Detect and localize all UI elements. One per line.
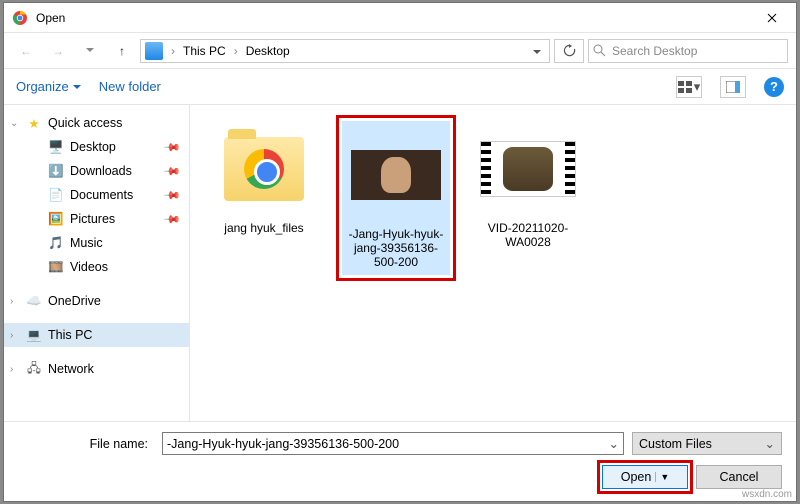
filename-input[interactable]: -Jang-Hyuk-hyuk-jang-39356136-500-200 ⌄ (162, 432, 624, 455)
sidebar-item-quick-access[interactable]: ⌄ ★ Quick access (4, 111, 189, 135)
pin-icon: 📌 (163, 210, 182, 229)
file-label: jang hyuk_files (224, 221, 303, 235)
chevron-down-icon[interactable]: ⌄ (10, 118, 18, 129)
body: ⌄ ★ Quick access 🖥️Desktop📌 ⬇️Downloads📌… (4, 105, 796, 421)
chevron-down-icon: ⌄ (765, 436, 775, 451)
help-button[interactable]: ? (764, 77, 784, 97)
sidebar-item-onedrive[interactable]: ›☁️OneDrive (4, 289, 189, 313)
star-icon: ★ (26, 115, 42, 131)
crumb-desktop[interactable]: Desktop (242, 40, 294, 62)
open-dialog: Open ← → ↑ › This PC › Desktop Search De… (3, 2, 797, 502)
sidebar-item-documents[interactable]: 📄Documents📌 (4, 183, 189, 207)
cloud-icon: ☁️ (26, 293, 42, 309)
file-type-filter[interactable]: Custom Files ⌄ (632, 432, 782, 455)
preview-pane-button[interactable] (720, 76, 746, 98)
pictures-icon: 🖼️ (48, 211, 64, 227)
pin-icon: 📌 (163, 138, 182, 157)
footer: File name: -Jang-Hyuk-hyuk-jang-39356136… (4, 421, 796, 501)
folder-icon (224, 137, 304, 201)
chevron-down-icon[interactable]: ⌄ (609, 436, 619, 451)
toolbar: Organize New folder ▾ ? (4, 69, 796, 105)
pin-icon: 📌 (163, 162, 182, 181)
new-folder-button[interactable]: New folder (99, 79, 161, 94)
music-icon: 🎵 (48, 235, 64, 251)
sidebar-item-pictures[interactable]: 🖼️Pictures📌 (4, 207, 189, 231)
recent-dropdown[interactable] (76, 39, 104, 63)
chrome-icon (12, 10, 28, 26)
desktop-icon: 🖥️ (48, 139, 64, 155)
filename-value: -Jang-Hyuk-hyuk-jang-39356136-500-200 (167, 437, 609, 451)
file-list[interactable]: jang hyuk_files -Jang-Hyuk-hyuk-jang-393… (190, 105, 796, 421)
chevron-right-icon[interactable]: › (232, 44, 240, 58)
breadcrumb[interactable]: › This PC › Desktop (140, 39, 550, 63)
search-input[interactable]: Search Desktop (588, 39, 788, 63)
view-mode-button[interactable]: ▾ (676, 76, 702, 98)
search-placeholder: Search Desktop (612, 44, 697, 58)
nav-row: ← → ↑ › This PC › Desktop Search Desktop (4, 33, 796, 69)
up-button[interactable]: ↑ (108, 39, 136, 63)
sidebar-item-videos[interactable]: 🎞️Videos (4, 255, 189, 279)
back-button[interactable]: ← (12, 39, 40, 63)
chevron-right-icon[interactable]: › (10, 330, 13, 341)
watermark: wsxdn.com (742, 489, 792, 500)
downloads-icon: ⬇️ (48, 163, 64, 179)
sidebar-item-downloads[interactable]: ⬇️Downloads📌 (4, 159, 189, 183)
sidebar-item-music[interactable]: 🎵Music (4, 231, 189, 255)
file-item-video[interactable]: VID-20211020-WA0028 (468, 115, 588, 255)
network-icon: 🖧 (26, 361, 42, 377)
file-item-image-selected[interactable]: -Jang-Hyuk-hyuk-jang-39356136-500-200 (336, 115, 456, 281)
titlebar: Open (4, 3, 796, 33)
search-icon (593, 44, 606, 57)
chevron-right-icon[interactable]: › (169, 44, 177, 58)
chevron-right-icon[interactable]: › (10, 364, 13, 375)
file-label: VID-20211020-WA0028 (474, 221, 582, 249)
close-button[interactable] (749, 3, 794, 33)
video-thumbnail (480, 141, 576, 197)
forward-button[interactable]: → (44, 39, 72, 63)
crumb-this-pc[interactable]: This PC (179, 40, 230, 62)
sidebar-item-network[interactable]: ›🖧Network (4, 357, 189, 381)
pin-icon: 📌 (163, 186, 182, 205)
file-label: -Jang-Hyuk-hyuk-jang-39356136-500-200 (349, 227, 444, 269)
documents-icon: 📄 (48, 187, 64, 203)
organize-menu[interactable]: Organize (16, 79, 81, 94)
pc-icon: 💻 (26, 327, 42, 343)
refresh-button[interactable] (554, 39, 584, 63)
chrome-icon (244, 149, 284, 189)
videos-icon: 🎞️ (48, 259, 64, 275)
pc-icon (145, 42, 163, 60)
file-item-folder[interactable]: jang hyuk_files (204, 115, 324, 241)
breadcrumb-dropdown[interactable] (527, 44, 547, 58)
window-title: Open (36, 11, 749, 25)
cancel-button[interactable]: Cancel (696, 465, 782, 489)
sidebar: ⌄ ★ Quick access 🖥️Desktop📌 ⬇️Downloads📌… (4, 105, 190, 421)
sidebar-item-this-pc[interactable]: ›💻This PC (4, 323, 189, 347)
filename-label: File name: (18, 437, 148, 451)
sidebar-item-desktop[interactable]: 🖥️Desktop📌 (4, 135, 189, 159)
open-dropdown-icon[interactable]: ▼ (655, 472, 669, 482)
open-button[interactable]: Open ▼ (602, 465, 688, 489)
chevron-right-icon[interactable]: › (10, 296, 13, 307)
image-thumbnail (351, 150, 441, 200)
